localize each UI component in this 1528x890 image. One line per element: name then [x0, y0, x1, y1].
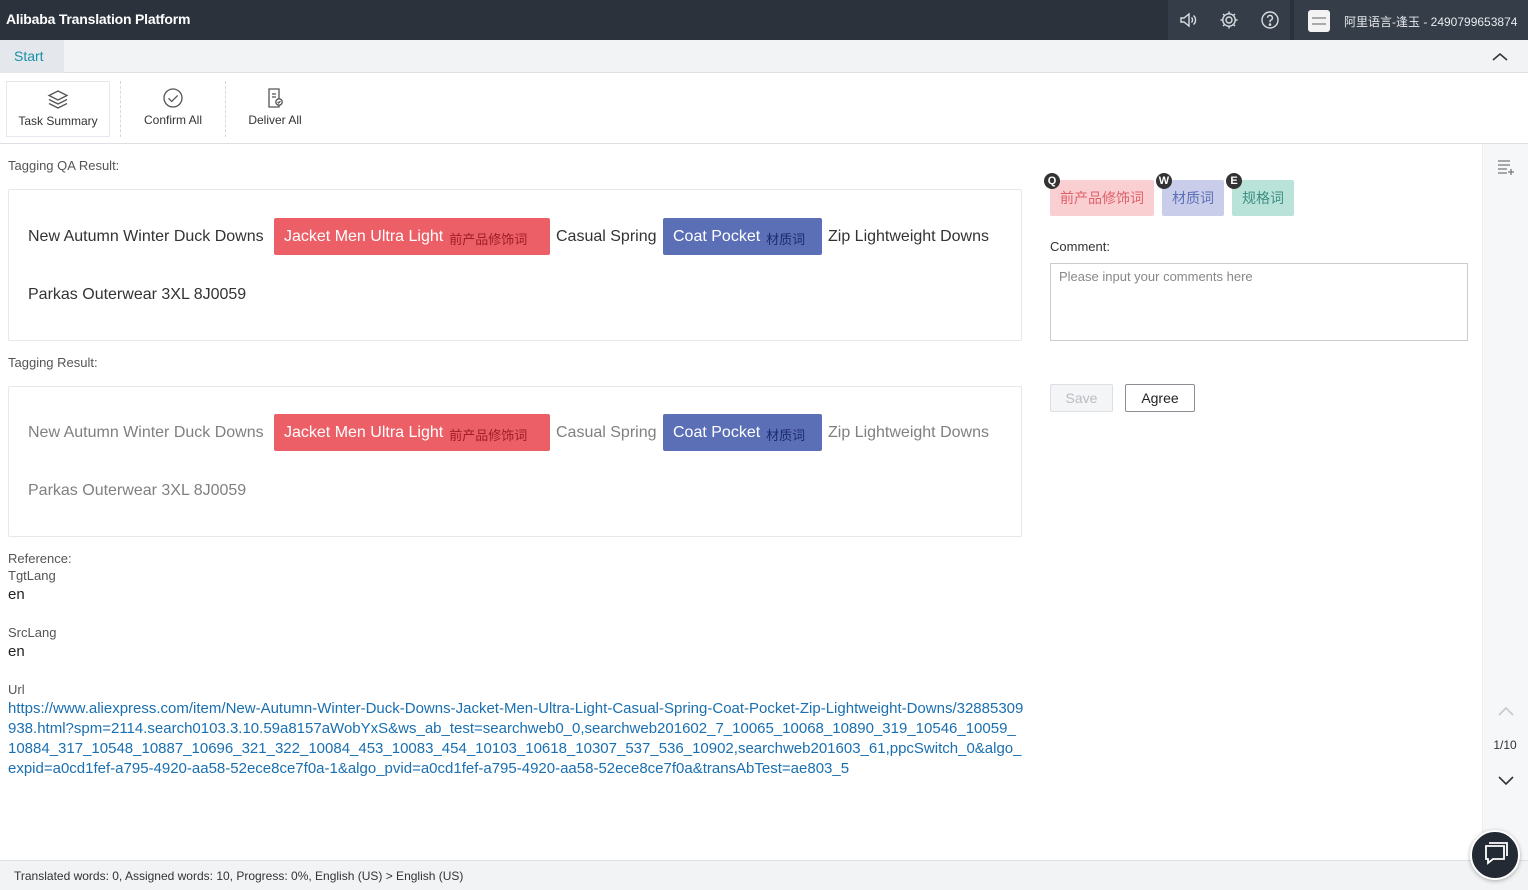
- result-segment: New Autumn Winter Duck Downs: [28, 424, 264, 441]
- user-name: 阿里语言-逢玉 - 2490799653874: [1344, 15, 1518, 29]
- qa-tag-product-modifier[interactable]: Jacket Men Ultra Light 前产品修饰词: [274, 218, 550, 255]
- legend-label: 前产品修饰词: [1060, 190, 1144, 206]
- qa-segment: New Autumn Winter Duck Downs: [28, 228, 264, 245]
- deliver-all-label: Deliver All: [248, 113, 302, 127]
- tgt-lang-value: en: [8, 586, 25, 603]
- save-button[interactable]: Save: [1050, 384, 1113, 412]
- gear-icon[interactable]: [1218, 9, 1240, 31]
- result-segment: Parkas Outerwear 3XL 8J0059: [28, 482, 247, 499]
- tag-type: 前产品修饰词: [449, 428, 528, 443]
- comment-input[interactable]: [1050, 263, 1468, 341]
- result-tag-material[interactable]: Coat Pocket 材质词: [663, 414, 822, 451]
- chevron-up-icon[interactable]: [1490, 49, 1510, 65]
- tab-bar: Start: [0, 40, 1528, 73]
- status-bar: Translated words: 0, Assigned words: 10,…: [0, 860, 1528, 890]
- check-circle-icon: [163, 88, 183, 108]
- document-icon: [268, 88, 283, 108]
- tag-text: Jacket Men Ultra Light: [284, 424, 444, 441]
- src-lang-label: SrcLang: [8, 625, 57, 640]
- tagging-result-label: Tagging Result:: [8, 355, 98, 370]
- tag-type: 材质词: [766, 428, 806, 443]
- toolbar: Task Summary Confirm All Deliver All: [0, 73, 1528, 144]
- qa-segment: Parkas Outerwear 3XL 8J0059: [28, 286, 247, 303]
- list-icon[interactable]: [1496, 158, 1516, 181]
- right-rail: [1482, 144, 1528, 860]
- legend-material[interactable]: W 材质词: [1156, 173, 1224, 216]
- reference-label: Reference:: [8, 551, 72, 566]
- url-label: Url: [8, 682, 25, 697]
- qa-segment: Casual Spring: [556, 228, 657, 245]
- task-summary-label: Task Summary: [18, 114, 98, 128]
- qa-tag-material[interactable]: Coat Pocket 材质词: [663, 218, 822, 255]
- speaker-icon[interactable]: [1177, 9, 1199, 31]
- result-tag-product-modifier[interactable]: Jacket Men Ultra Light 前产品修饰词: [274, 414, 550, 451]
- legend-product-modifier[interactable]: Q 前产品修饰词: [1044, 173, 1154, 216]
- tag-text: Coat Pocket: [673, 228, 761, 245]
- result-segment: Zip Lightweight Downs: [828, 424, 989, 441]
- legend-label: 材质词: [1172, 190, 1214, 206]
- app-title: Alibaba Translation Platform: [6, 11, 191, 27]
- qa-result-box: New Autumn Winter Duck Downs Jacket Men …: [8, 189, 1022, 341]
- tag-type: 前产品修饰词: [449, 232, 528, 247]
- src-lang-value: en: [8, 643, 25, 660]
- qa-result-label: Tagging QA Result:: [8, 158, 120, 173]
- confirm-all-label: Confirm All: [143, 113, 202, 127]
- comment-label: Comment:: [1050, 239, 1110, 254]
- tab-start[interactable]: Start: [0, 40, 64, 73]
- tgt-lang-label: TgtLang: [8, 568, 56, 583]
- agree-button[interactable]: Agree: [1125, 384, 1195, 412]
- shortcut-key-badge: E: [1226, 173, 1242, 189]
- layers-icon: [47, 90, 69, 109]
- chat-button[interactable]: [1470, 830, 1520, 880]
- qa-segment: Zip Lightweight Downs: [828, 228, 989, 245]
- task-summary-button[interactable]: Task Summary: [6, 81, 110, 137]
- legend-specification[interactable]: E 规格词: [1226, 173, 1294, 216]
- tag-text: Jacket Men Ultra Light: [284, 228, 444, 245]
- status-text: Translated words: 0, Assigned words: 10,…: [14, 869, 464, 883]
- pager-indicator: 1/10: [1493, 738, 1517, 752]
- reference-url-link[interactable]: https://www.aliexpress.com/item/New-Autu…: [8, 699, 1024, 779]
- topbar-icon-group: [1168, 0, 1290, 40]
- help-icon[interactable]: [1259, 9, 1281, 31]
- chat-icon: [1485, 842, 1508, 865]
- tag-text: Coat Pocket: [673, 424, 761, 441]
- tag-type: 材质词: [766, 232, 806, 247]
- shortcut-key-badge: W: [1156, 173, 1172, 189]
- result-segment: Casual Spring: [556, 424, 657, 441]
- top-bar: Alibaba Translation Platform 阿里语言-逢玉 - 2…: [0, 0, 1528, 40]
- deliver-all-button[interactable]: Deliver All: [226, 81, 324, 137]
- confirm-all-button[interactable]: Confirm All: [120, 81, 226, 137]
- shortcut-key-badge: Q: [1044, 173, 1060, 189]
- chevron-up-icon[interactable]: [1496, 704, 1516, 723]
- legend-label: 规格词: [1242, 190, 1284, 206]
- tagging-result-box: New Autumn Winter Duck Downs Jacket Men …: [8, 386, 1022, 537]
- user-menu[interactable]: 阿里语言-逢玉 - 2490799653874: [1294, 0, 1528, 40]
- chevron-down-icon[interactable]: [1496, 774, 1516, 793]
- avatar: [1308, 10, 1330, 32]
